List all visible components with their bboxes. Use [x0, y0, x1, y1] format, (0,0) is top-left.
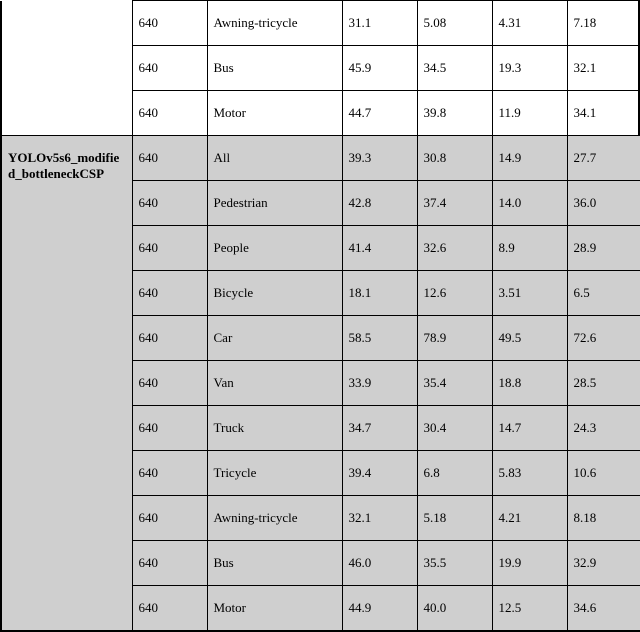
metric-2: 35.5: [417, 541, 492, 586]
metric-3: 4.21: [492, 496, 567, 541]
metric-2: 5.08: [417, 1, 492, 46]
metric-4: 8.18: [567, 496, 640, 541]
metric-4: 32.1: [567, 46, 640, 91]
class-cell: All: [207, 136, 342, 181]
size-cell: 640: [132, 541, 207, 586]
model-name-cell: [1, 1, 132, 136]
metric-2: 37.4: [417, 181, 492, 226]
metric-4: 24.3: [567, 406, 640, 451]
metric-2: 35.4: [417, 361, 492, 406]
metric-1: 33.9: [342, 361, 417, 406]
class-cell: People: [207, 226, 342, 271]
size-cell: 640: [132, 361, 207, 406]
metric-2: 39.8: [417, 91, 492, 136]
metric-2: 5.18: [417, 496, 492, 541]
metric-2: 34.5: [417, 46, 492, 91]
table-row: YOLOv5s6_modified_bottleneckCSP640All39.…: [1, 136, 640, 181]
class-cell: Pedestrian: [207, 181, 342, 226]
metric-4: 28.9: [567, 226, 640, 271]
metric-4: 72.6: [567, 316, 640, 361]
metric-1: 32.1: [342, 496, 417, 541]
metric-1: 41.4: [342, 226, 417, 271]
metric-3: 8.9: [492, 226, 567, 271]
model-name-cell: YOLOv5s6_modified_bottleneckCSP: [1, 136, 132, 631]
size-cell: 640: [132, 91, 207, 136]
table-row: 640Awning-tricycle31.15.084.317.18: [1, 1, 640, 46]
class-cell: Motor: [207, 91, 342, 136]
class-cell: Tricycle: [207, 451, 342, 496]
metric-3: 19.9: [492, 541, 567, 586]
metric-1: 39.3: [342, 136, 417, 181]
size-cell: 640: [132, 406, 207, 451]
metric-1: 18.1: [342, 271, 417, 316]
metric-3: 11.9: [492, 91, 567, 136]
size-cell: 640: [132, 316, 207, 361]
metric-1: 44.7: [342, 91, 417, 136]
metric-1: 45.9: [342, 46, 417, 91]
metric-1: 39.4: [342, 451, 417, 496]
metric-3: 18.8: [492, 361, 567, 406]
size-cell: 640: [132, 181, 207, 226]
size-cell: 640: [132, 46, 207, 91]
metric-3: 12.5: [492, 586, 567, 631]
class-cell: Truck: [207, 406, 342, 451]
metric-3: 19.3: [492, 46, 567, 91]
metric-3: 14.7: [492, 406, 567, 451]
results-table: 640Awning-tricycle31.15.084.317.18640Bus…: [0, 0, 640, 632]
metric-4: 34.1: [567, 91, 640, 136]
metric-4: 6.5: [567, 271, 640, 316]
metric-1: 34.7: [342, 406, 417, 451]
class-cell: Car: [207, 316, 342, 361]
metric-2: 40.0: [417, 586, 492, 631]
metric-2: 78.9: [417, 316, 492, 361]
metric-4: 28.5: [567, 361, 640, 406]
metric-2: 32.6: [417, 226, 492, 271]
metric-4: 7.18: [567, 1, 640, 46]
metric-4: 27.7: [567, 136, 640, 181]
metric-1: 58.5: [342, 316, 417, 361]
metric-2: 30.4: [417, 406, 492, 451]
class-cell: Awning-tricycle: [207, 1, 342, 46]
class-cell: Van: [207, 361, 342, 406]
class-cell: Bus: [207, 46, 342, 91]
metric-1: 44.9: [342, 586, 417, 631]
size-cell: 640: [132, 1, 207, 46]
metric-4: 10.6: [567, 451, 640, 496]
size-cell: 640: [132, 451, 207, 496]
metric-2: 30.8: [417, 136, 492, 181]
class-cell: Bus: [207, 541, 342, 586]
class-cell: Motor: [207, 586, 342, 631]
metric-4: 34.6: [567, 586, 640, 631]
metric-2: 6.8: [417, 451, 492, 496]
size-cell: 640: [132, 271, 207, 316]
size-cell: 640: [132, 496, 207, 541]
class-cell: Bicycle: [207, 271, 342, 316]
metric-3: 3.51: [492, 271, 567, 316]
metric-3: 4.31: [492, 1, 567, 46]
metric-4: 32.9: [567, 541, 640, 586]
metric-1: 31.1: [342, 1, 417, 46]
size-cell: 640: [132, 586, 207, 631]
metric-3: 14.0: [492, 181, 567, 226]
metric-3: 49.5: [492, 316, 567, 361]
metric-3: 5.83: [492, 451, 567, 496]
metric-3: 14.9: [492, 136, 567, 181]
size-cell: 640: [132, 136, 207, 181]
metric-1: 46.0: [342, 541, 417, 586]
size-cell: 640: [132, 226, 207, 271]
metric-4: 36.0: [567, 181, 640, 226]
metric-2: 12.6: [417, 271, 492, 316]
class-cell: Awning-tricycle: [207, 496, 342, 541]
metric-1: 42.8: [342, 181, 417, 226]
